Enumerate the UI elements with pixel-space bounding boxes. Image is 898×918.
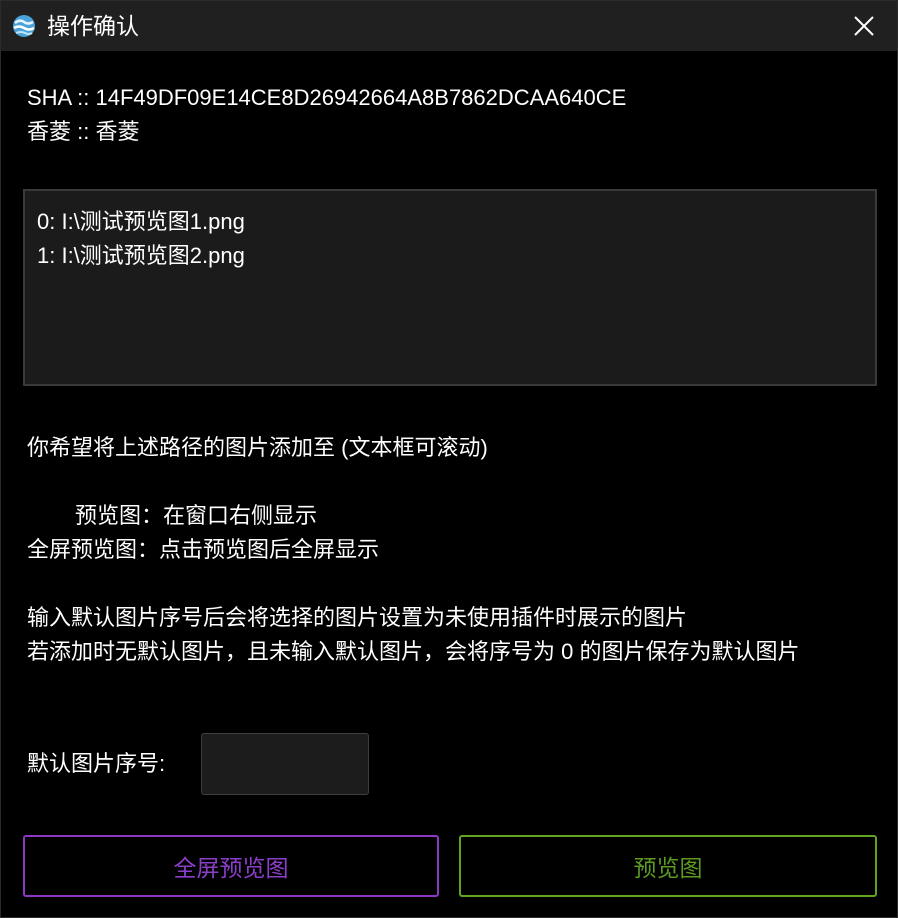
path-item: 0: I:\测试预览图1.png	[37, 209, 245, 234]
window-title: 操作确认	[47, 13, 139, 39]
app-globe-icon	[13, 15, 35, 37]
name-line: 香菱 :: 香菱	[27, 119, 140, 144]
title-bar: 操作确认	[1, 1, 897, 51]
fullscreen-preview-button[interactable]: 全屏预览图	[23, 835, 439, 897]
prompt-text: 你希望将上述路径的图片添加至 (文本框可滚动)	[27, 435, 488, 460]
preview-button[interactable]: 预览图	[459, 835, 877, 897]
default-index-label: 默认图片序号:	[27, 751, 166, 776]
fullscreen-option-text: 全屏预览图：点击预览图后全屏显示	[27, 537, 380, 562]
sha-line: SHA :: 14F49DF09E14CE8D26942664A8B7862DC…	[27, 85, 627, 110]
path-item: 1: I:\测试预览图2.png	[37, 243, 245, 268]
default-index-input[interactable]	[201, 733, 369, 795]
path-list-textbox[interactable]: 0: I:\测试预览图1.png 1: I:\测试预览图2.png	[23, 189, 877, 386]
note-line-1: 输入默认图片序号后会将选择的图片设置为未使用插件时展示的图片	[27, 605, 688, 630]
close-button[interactable]	[831, 1, 897, 51]
note-line-2: 若添加时无默认图片，且未输入默认图片，会将序号为 0 的图片保存为默认图片	[27, 639, 800, 664]
file-info: SHA :: 14F49DF09E14CE8D26942664A8B7862DC…	[27, 81, 626, 149]
preview-option-text: 预览图：在窗口右侧显示	[75, 503, 318, 528]
confirm-dialog: 操作确认 SHA :: 14F49DF09E14CE8D26942664A8B7…	[0, 0, 898, 918]
close-icon	[854, 16, 874, 36]
